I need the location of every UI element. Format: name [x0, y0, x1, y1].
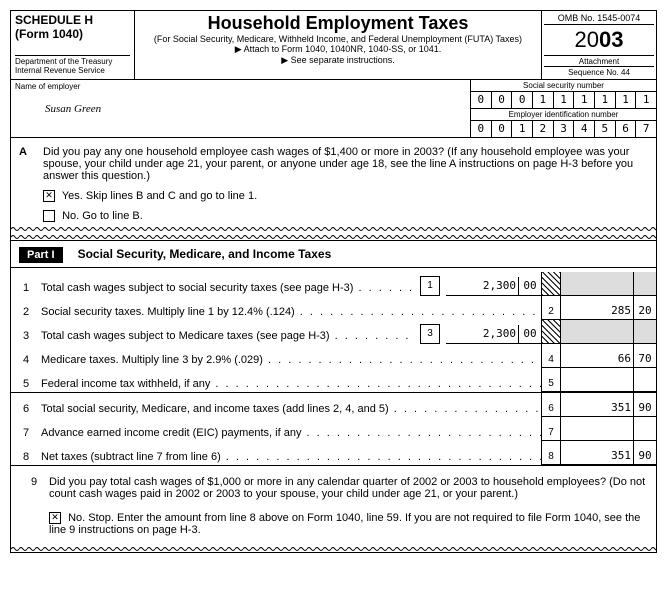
wavy-divider	[11, 226, 656, 232]
sequence-number: Sequence No. 44	[544, 66, 654, 77]
form-number: (Form 1040)	[15, 27, 130, 41]
header-mid: Household Employment Taxes (For Social S…	[135, 11, 541, 79]
line-8: 8 Net taxes (subtract line 7 from line 6…	[11, 441, 656, 466]
line-9-num: 9	[19, 476, 49, 500]
header-left: SCHEDULE H (Form 1040) Department of the…	[11, 11, 135, 79]
line-1-cents[interactable]: 00	[519, 277, 541, 296]
wavy-divider-2	[11, 234, 656, 241]
line-8-amount[interactable]: 351	[561, 441, 634, 465]
line-1-amount[interactable]: 2,300	[446, 277, 519, 296]
employer-name-value: Susan Green	[15, 91, 466, 115]
question-9-no-line: ✕ No. Stop. Enter the amount from line 8…	[49, 512, 648, 536]
attachment-label: Attachment	[544, 55, 654, 66]
part1-title: Social Security, Medicare, and Income Ta…	[78, 247, 332, 261]
line-7-text: Advance earned income credit (EIC) payme…	[41, 427, 541, 441]
line-7-cents[interactable]	[634, 417, 656, 441]
line-5-text: Federal income tax withheld, if any	[41, 378, 541, 392]
line-4-text: Medicare taxes. Multiply line 3 by 2.9% …	[41, 354, 541, 368]
irs-label: Internal Revenue Service	[15, 66, 130, 75]
lines-block: 1 Total cash wages subject to social sec…	[11, 268, 656, 470]
line-2-text: Social security taxes. Multiply line 1 b…	[41, 306, 541, 320]
line-2-cents[interactable]: 20	[634, 296, 656, 320]
form-header: SCHEDULE H (Form 1040) Department of the…	[11, 11, 656, 80]
line-6-amount[interactable]: 351	[561, 393, 634, 417]
attach-instructions: ▶ Attach to Form 1040, 1040NR, 1040-SS, …	[139, 44, 537, 55]
line-4-cents[interactable]: 70	[634, 344, 656, 368]
question-a-text: Did you pay any one household employee c…	[43, 146, 648, 182]
line-1: 1 Total cash wages subject to social sec…	[11, 272, 656, 296]
question-a-no-line: No. Go to line B.	[43, 210, 648, 222]
line-6: 6 Total social security, Medicare, and i…	[11, 392, 656, 417]
ein-digits: 0 0 1 2 3 4 5 6 7	[471, 121, 656, 137]
dept-treasury: Department of the Treasury	[15, 55, 130, 66]
question-a-block: A Did you pay any one household employee…	[11, 138, 656, 226]
part1-header: Part I Social Security, Medicare, and In…	[11, 241, 656, 268]
schedule-label: SCHEDULE H	[15, 13, 130, 27]
line-5-numbox: 5	[541, 368, 561, 392]
employer-name-label: Name of employer	[15, 82, 466, 91]
line-4-amount[interactable]: 66	[561, 344, 634, 368]
line-3-numbox: 3	[420, 324, 440, 344]
question-a-yes-line: ✕ Yes. Skip lines B and C and go to line…	[43, 190, 648, 202]
ein-label: Employer identification number	[471, 108, 656, 121]
form-container: SCHEDULE H (Form 1040) Department of the…	[10, 10, 657, 553]
line-2: 2 Social security taxes. Multiply line 1…	[11, 296, 656, 320]
question-a-letter: A	[19, 146, 43, 182]
line-4-numbox: 4	[541, 344, 561, 368]
employer-name-block: Name of employer Susan Green	[11, 80, 470, 137]
ssn-label: Social security number	[471, 80, 656, 92]
line-2-amount[interactable]: 285	[561, 296, 634, 320]
line-8-text: Net taxes (subtract line 7 from line 6)	[41, 451, 541, 465]
line-3: 3 Total cash wages subject to Medicare t…	[11, 320, 656, 344]
ssn-digits: 0 0 0 1 1 1 1 1 1	[471, 92, 656, 108]
line-8-cents[interactable]: 90	[634, 441, 656, 465]
wavy-divider-bottom	[11, 546, 656, 552]
form-subtitle: (For Social Security, Medicare, Withheld…	[139, 34, 537, 44]
tax-year: 2003	[544, 25, 654, 55]
see-instructions: ▶ See separate instructions.	[139, 55, 537, 66]
line-8-numbox: 8	[541, 441, 561, 465]
checkbox-no[interactable]	[43, 210, 55, 222]
question-9-text: Did you pay total cash wages of $1,000 o…	[49, 476, 648, 500]
line-7-numbox: 7	[541, 417, 561, 441]
form-title: Household Employment Taxes	[139, 13, 537, 34]
ssn-ein-block: Social security number 0 0 0 1 1 1 1 1 1…	[470, 80, 656, 137]
line-6-numbox: 6	[541, 393, 561, 417]
line-2-numbox: 2	[541, 296, 561, 320]
line-6-cents[interactable]: 90	[634, 393, 656, 417]
line-5-cents[interactable]	[634, 368, 656, 392]
line-6-text: Total social security, Medicare, and inc…	[41, 403, 541, 417]
part1-box: Part I	[19, 247, 63, 263]
line-5-amount[interactable]	[561, 368, 634, 392]
checkbox-yes[interactable]: ✕	[43, 190, 55, 202]
line-7-amount[interactable]	[561, 417, 634, 441]
employer-row: Name of employer Susan Green Social secu…	[11, 80, 656, 138]
omb-number: OMB No. 1545-0074	[544, 13, 654, 25]
line-1-text: Total cash wages subject to social secur…	[41, 282, 414, 296]
line-5: 5 Federal income tax withheld, if any 5	[11, 368, 656, 392]
checkbox-q9-no[interactable]: ✕	[49, 512, 61, 524]
line-3-text: Total cash wages subject to Medicare tax…	[41, 330, 414, 344]
header-right: OMB No. 1545-0074 2003 Attachment Sequen…	[541, 11, 656, 79]
line-4: 4 Medicare taxes. Multiply line 3 by 2.9…	[11, 344, 656, 368]
line-3-amount[interactable]: 2,300	[446, 325, 519, 344]
question-9-block: 9 Did you pay total cash wages of $1,000…	[11, 470, 656, 546]
line-3-cents[interactable]: 00	[519, 325, 541, 344]
line-1-numbox: 1	[420, 276, 440, 296]
line-7: 7 Advance earned income credit (EIC) pay…	[11, 417, 656, 441]
